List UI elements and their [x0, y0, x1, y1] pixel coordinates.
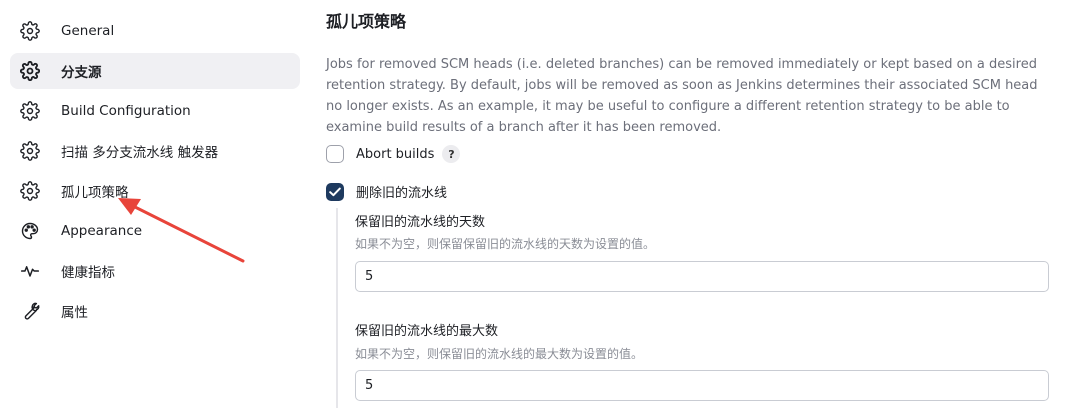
gear-icon — [20, 141, 40, 161]
abort-builds-label: Abort builds — [356, 146, 435, 162]
sidebar-item-label: 分支源 — [61, 65, 102, 81]
palette-icon — [20, 221, 40, 241]
annotation-arrow — [118, 198, 245, 263]
wrench-icon — [20, 301, 40, 321]
max-to-keep-input[interactable] — [355, 370, 1049, 401]
days-to-keep-input[interactable] — [355, 261, 1049, 292]
main-content: 孤儿项策略 Jobs for removed SCM heads (i.e. d… — [326, 0, 1056, 416]
section-description: Jobs for removed SCM heads (i.e. deleted… — [326, 57, 1038, 135]
sidebar-item-general[interactable]: General — [10, 13, 300, 49]
section-title: 孤儿项策略 — [326, 12, 407, 31]
discard-old-label: 删除旧的流水线 — [356, 186, 448, 201]
sidebar-item-label: Build Configuration — [61, 103, 191, 119]
days-to-keep-label: 保留旧的流水线的天数 — [355, 215, 486, 230]
sidebar-item-scan-triggers[interactable]: 扫描 多分支流水线 触发器 — [10, 133, 300, 169]
checkmark-icon — [329, 187, 341, 196]
sidebar-item-label: General — [61, 23, 115, 39]
abort-builds-row: Abort builds ? — [326, 145, 461, 163]
sidebar-item-label: 属性 — [61, 305, 88, 321]
gear-icon — [20, 101, 40, 121]
discard-old-row: 删除旧的流水线 — [326, 182, 447, 201]
sidebar-item-properties[interactable]: 属性 — [10, 293, 300, 329]
pulse-icon — [20, 261, 40, 281]
abort-builds-checkbox[interactable] — [326, 145, 344, 163]
days-to-keep-help: 如果不为空，则保留保留旧的流水线的天数为设置的值。 — [355, 237, 656, 251]
sidebar-item-label: 扫描 多分支流水线 触发器 — [61, 145, 219, 161]
gear-icon — [20, 61, 40, 81]
sidebar-item-build-configuration[interactable]: Build Configuration — [10, 93, 300, 129]
gear-icon — [20, 21, 40, 41]
help-icon[interactable]: ? — [442, 145, 461, 163]
sidebar-item-branch-sources[interactable]: 分支源 — [10, 53, 300, 89]
max-to-keep-label: 保留旧的流水线的最大数 — [355, 324, 499, 339]
gear-icon — [20, 181, 40, 201]
discard-old-checkbox[interactable] — [326, 182, 344, 201]
sidebar-item-label: 健康指标 — [61, 265, 115, 281]
nested-options-divider — [336, 208, 338, 408]
max-to-keep-help: 如果不为空，则保留旧的流水线的最大数为设置的值。 — [355, 347, 644, 361]
